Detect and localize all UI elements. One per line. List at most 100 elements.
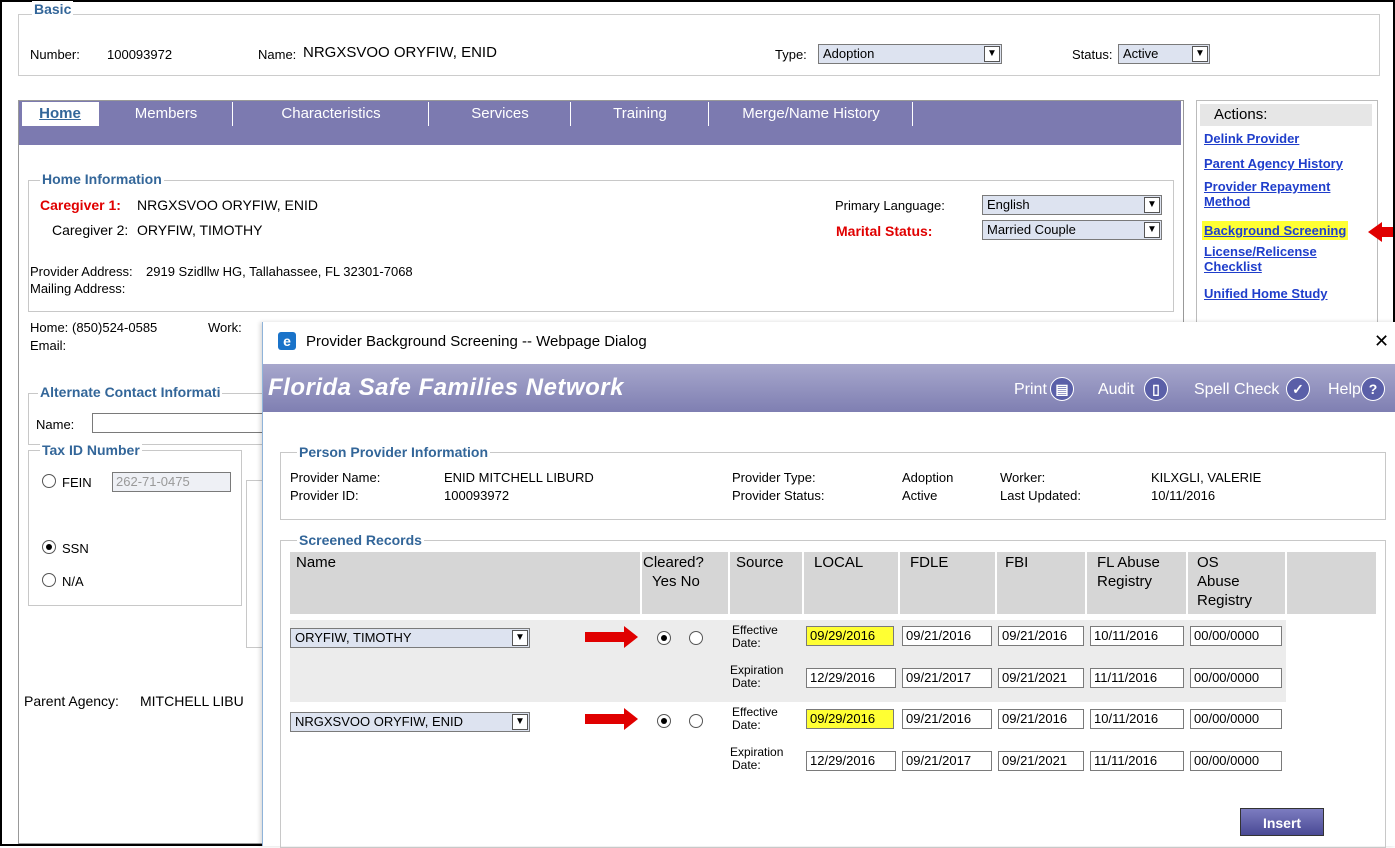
status-select-value: Active — [1123, 46, 1159, 61]
ssn-radio[interactable] — [42, 540, 56, 554]
parent-agency-history-link[interactable]: Parent Agency History — [1204, 156, 1343, 171]
row1-fdle-expiration[interactable]: 09/21/2017 — [902, 668, 992, 688]
last-updated-label: Last Updated: — [1000, 488, 1081, 503]
provider-name-value: ENID MITCHELL LIBURD — [444, 470, 594, 485]
row1-cleared-no-radio[interactable] — [689, 631, 703, 645]
header-sep — [1186, 552, 1188, 614]
row2-osabuse-effective[interactable]: 00/00/0000 — [1190, 709, 1282, 729]
last-updated-value: 10/11/2016 — [1151, 488, 1216, 503]
header-sep — [898, 552, 900, 614]
row1-flabuse-expiration[interactable]: 11/11/2016 — [1090, 668, 1184, 688]
row2-fdle-effective[interactable]: 09/21/2016 — [902, 709, 992, 729]
caregiver1-value: NRGXSVOO ORYFIW, ENID — [137, 197, 318, 213]
tab-members[interactable]: Members — [100, 102, 233, 126]
audit-icon[interactable]: ▯ — [1144, 377, 1168, 401]
row1-fbi-expiration[interactable]: 09/21/2021 — [998, 668, 1084, 688]
row2-fdle-expiration[interactable]: 09/21/2017 — [902, 751, 992, 771]
fein-radio[interactable] — [42, 474, 56, 488]
alt-name-input[interactable] — [92, 413, 268, 433]
primary-language-select[interactable]: English ▼ — [982, 195, 1162, 215]
chevron-down-icon: ▼ — [512, 630, 528, 646]
header-sep — [802, 552, 804, 614]
fein-label: FEIN — [62, 475, 92, 490]
row2-fbi-effective[interactable]: 09/21/2016 — [998, 709, 1084, 729]
col-cleared-header: Cleared? — [643, 554, 704, 571]
print-button[interactable]: Print — [1014, 381, 1047, 399]
row1-osabuse-expiration[interactable]: 00/00/0000 — [1190, 668, 1282, 688]
tab-home[interactable]: Home — [22, 102, 99, 126]
license-relicense-checklist-link[interactable]: License/Relicense Checklist — [1204, 244, 1344, 274]
home-info-legend: Home Information — [40, 171, 164, 187]
spell-check-button[interactable]: Spell Check — [1194, 381, 1279, 399]
row2-local-expiration[interactable]: 12/29/2016 — [806, 751, 896, 771]
audit-button[interactable]: Audit — [1098, 381, 1134, 399]
ssn-label: SSN — [62, 541, 89, 556]
help-icon[interactable]: ? — [1361, 377, 1385, 401]
red-arrow-icon — [585, 714, 625, 724]
row2-local-effective[interactable]: 09/29/2016 — [806, 709, 894, 729]
delink-provider-link[interactable]: Delink Provider — [1204, 131, 1299, 146]
header-sep — [1285, 552, 1287, 614]
unified-home-study-link[interactable]: Unified Home Study — [1204, 286, 1328, 301]
row2-osabuse-expiration[interactable]: 00/00/0000 — [1190, 751, 1282, 771]
na-radio[interactable] — [42, 573, 56, 587]
status-select[interactable]: Active ▼ — [1118, 44, 1210, 64]
row2-cleared-no-radio[interactable] — [689, 714, 703, 728]
row1-local-expiration[interactable]: 12/29/2016 — [806, 668, 896, 688]
row1-cleared-yes-radio[interactable] — [657, 631, 671, 645]
mailing-address-label: Mailing Address: — [30, 281, 126, 296]
red-arrow-head — [624, 708, 638, 730]
row1-local-effective[interactable]: 09/29/2016 — [806, 626, 894, 646]
spell-check-icon[interactable]: ✓ — [1286, 377, 1310, 401]
ie-icon: e — [278, 332, 296, 350]
background-screening-link[interactable]: Background Screening — [1202, 221, 1349, 240]
marital-status-select[interactable]: Married Couple ▼ — [982, 220, 1162, 240]
row2-flabuse-effective[interactable]: 10/11/2016 — [1090, 709, 1184, 729]
name-value: NRGXSVOO ORYFIW, ENID — [303, 44, 497, 61]
close-icon[interactable]: ✕ — [1374, 331, 1389, 352]
row2-name-value: NRGXSVOO ORYFIW, ENID — [295, 714, 464, 729]
provider-type-label: Provider Type: — [732, 470, 816, 485]
row2-name-select[interactable]: NRGXSVOO ORYFIW, ENID ▼ — [290, 712, 530, 732]
tab-merge-name-history[interactable]: Merge/Name History — [710, 102, 913, 126]
header-sep — [640, 552, 642, 614]
col-fdle-header: FDLE — [910, 554, 949, 571]
row2-exp-label-2: Date: — [732, 758, 761, 772]
parent-agency-value: MITCHELL LIBU — [140, 693, 244, 709]
insert-button[interactable]: Insert — [1240, 808, 1324, 836]
number-label: Number: — [30, 47, 80, 62]
header-sep — [1085, 552, 1087, 614]
tab-characteristics[interactable]: Characteristics — [234, 102, 429, 126]
work-phone-label: Work: — [208, 320, 242, 335]
primary-language-value: English — [987, 197, 1030, 212]
row2-flabuse-expiration[interactable]: 11/11/2016 — [1090, 751, 1184, 771]
header-sep — [728, 552, 730, 614]
row1-fbi-effective[interactable]: 09/21/2016 — [998, 626, 1084, 646]
row1-name-value: ORYFIW, TIMOTHY — [295, 630, 412, 645]
provider-address-label: Provider Address: — [30, 264, 133, 279]
red-arrow-head — [624, 626, 638, 648]
print-icon[interactable]: ▤ — [1050, 377, 1074, 401]
tab-training[interactable]: Training — [572, 102, 709, 126]
tab-services[interactable]: Services — [430, 102, 571, 126]
col-flabuse-header-1: FL Abuse — [1097, 554, 1160, 571]
row1-osabuse-effective[interactable]: 00/00/0000 — [1190, 626, 1282, 646]
col-fbi-header: FBI — [1005, 554, 1029, 571]
type-select-value: Adoption — [823, 46, 875, 61]
provider-repayment-method-link[interactable]: Provider Repayment Method — [1204, 179, 1364, 209]
row1-name-select[interactable]: ORYFIW, TIMOTHY ▼ — [290, 628, 530, 648]
provider-address-value: 2919 Szidllw HG, Tallahassee, FL 32301-7… — [146, 264, 413, 279]
type-select[interactable]: Adoption ▼ — [818, 44, 1002, 64]
red-arrow-icon — [1368, 222, 1382, 242]
row2-fbi-expiration[interactable]: 09/21/2021 — [998, 751, 1084, 771]
red-arrow-shaft — [1381, 227, 1393, 237]
basic-legend: Basic — [32, 1, 74, 17]
tax-id-legend: Tax ID Number — [40, 442, 142, 458]
row1-flabuse-effective[interactable]: 10/11/2016 — [1090, 626, 1184, 646]
worker-label: Worker: — [1000, 470, 1046, 485]
row2-cleared-yes-radio[interactable] — [657, 714, 671, 728]
chevron-down-icon: ▼ — [984, 46, 1000, 62]
help-button[interactable]: Help — [1328, 381, 1361, 399]
row1-fdle-effective[interactable]: 09/21/2016 — [902, 626, 992, 646]
fein-input[interactable]: 262-71-0475 — [112, 472, 231, 492]
